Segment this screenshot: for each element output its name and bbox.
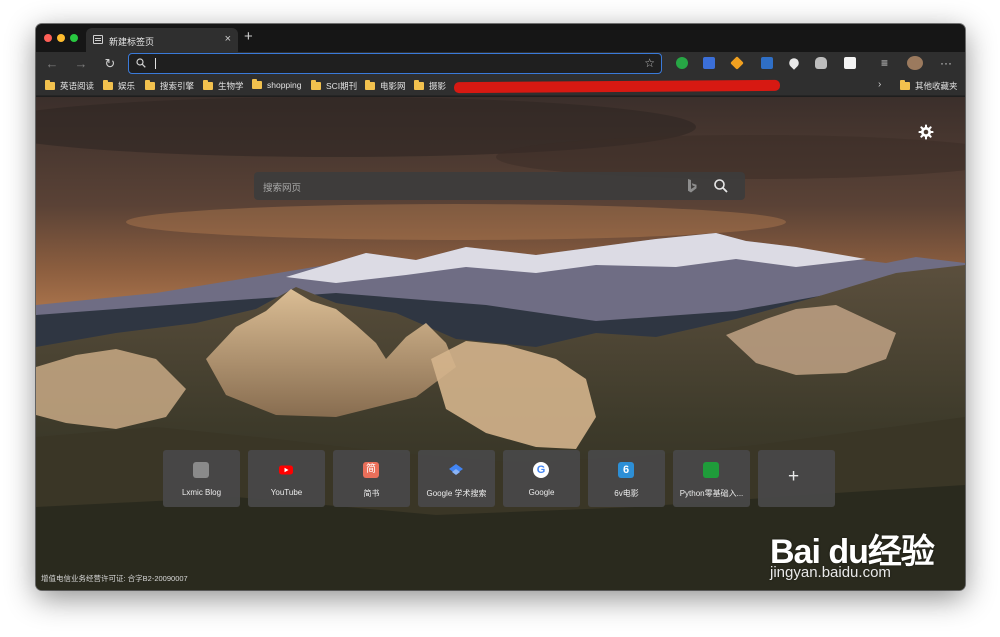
settings-gear-icon[interactable]	[918, 124, 934, 140]
tab-close-icon[interactable]: ×	[225, 33, 231, 45]
folder-icon	[103, 80, 113, 90]
folder-icon	[203, 80, 213, 90]
bookmark-folder[interactable]: 英语阅读	[45, 80, 94, 92]
back-button[interactable]: ←	[42, 54, 62, 74]
background-landscape-image	[36, 97, 965, 590]
watermark-url: jingyan.baidu.com	[770, 564, 891, 581]
bookmark-folder[interactable]: SCI期刊	[311, 80, 357, 92]
search-icon[interactable]	[713, 178, 729, 194]
bookmark-folder[interactable]: 生物学	[203, 80, 244, 92]
favorite-star-icon[interactable]: ☆	[644, 56, 655, 70]
quick-link-tile[interactable]: Lxmic Blog	[163, 450, 240, 507]
vpn-extension-icon[interactable]	[787, 56, 801, 70]
more-menu-icon[interactable]: ···	[940, 55, 952, 71]
translate-extension-icon[interactable]	[703, 57, 715, 69]
folder-icon	[145, 80, 155, 90]
quick-link-tile[interactable]: 简 简书	[333, 450, 410, 507]
bookmark-extension-icon[interactable]	[730, 56, 744, 70]
reload-button[interactable]: ↻	[100, 54, 120, 74]
license-footer: 增值电信业务经营许可证: 合字B2-20090007	[41, 574, 188, 583]
jianshu-icon: 简	[363, 462, 379, 478]
toolbar: ← → ↻ ☆ ≡ ···	[36, 52, 965, 76]
folder-icon	[900, 80, 910, 90]
new-tab-page-icon	[93, 35, 103, 44]
tab-title: 新建标签页	[109, 37, 155, 47]
bookmark-folder[interactable]: 娱乐	[103, 80, 135, 92]
python-icon	[703, 462, 719, 478]
new-tab-page: 搜索网页 Lxmic Blog YouTube 简 简书 Google 学术搜索…	[36, 97, 965, 590]
quick-link-tile[interactable]: Python零基础入...	[673, 450, 750, 507]
folder-icon	[45, 80, 55, 90]
add-quick-link-button[interactable]: +	[758, 450, 835, 507]
w-extension-icon[interactable]	[844, 57, 856, 69]
bookmark-folder[interactable]: 摄影	[414, 80, 446, 92]
address-caret	[155, 58, 156, 69]
google-icon: G	[533, 462, 549, 478]
extension-badge-icon[interactable]	[761, 57, 773, 69]
zoom-window-button[interactable]	[70, 34, 78, 42]
tab-bar: 新建标签页 × +	[36, 24, 965, 52]
bookmark-folder[interactable]: 搜索引擎	[145, 80, 194, 92]
quick-link-tile[interactable]: 6 6v电影	[588, 450, 665, 507]
minimize-window-button[interactable]	[57, 34, 65, 42]
quick-link-tile[interactable]: Google 学术搜索	[418, 450, 495, 507]
google-scholar-icon	[448, 462, 464, 478]
quick-link-tile[interactable]: YouTube	[248, 450, 325, 507]
evernote-extension-icon[interactable]	[676, 57, 688, 69]
folder-icon	[414, 80, 424, 90]
address-bar[interactable]: ☆	[128, 53, 662, 74]
bing-logo-icon	[688, 179, 697, 193]
close-window-button[interactable]	[44, 34, 52, 42]
bookmark-folder[interactable]: 电影网	[365, 80, 406, 92]
redaction-mark	[454, 79, 780, 94]
plus-icon: +	[788, 466, 800, 487]
search-icon	[136, 58, 146, 68]
web-search-box[interactable]: 搜索网页	[254, 172, 745, 200]
favorites-list-icon[interactable]: ≡	[881, 55, 888, 71]
search-placeholder: 搜索网页	[263, 183, 302, 194]
folder-icon	[252, 79, 262, 89]
bookmarks-overflow-chevron-icon[interactable]: ›	[878, 79, 881, 90]
lxmic-icon	[193, 462, 209, 478]
ghost-extension-icon[interactable]	[815, 57, 827, 69]
6v-icon: 6	[618, 462, 634, 478]
profile-avatar[interactable]	[907, 56, 923, 70]
window-controls	[44, 34, 78, 42]
new-tab-button[interactable]: +	[244, 29, 253, 44]
youtube-icon	[278, 462, 294, 478]
bookmark-folder[interactable]: shopping	[252, 79, 302, 90]
browser-window: 新建标签页 × + ← → ↻ ☆ ≡ ··· 英语阅读 娱乐 搜索引擎 生物学…	[36, 24, 965, 590]
folder-icon	[365, 80, 375, 90]
forward-button[interactable]: →	[71, 54, 91, 74]
tab-new-tab[interactable]: 新建标签页 ×	[86, 28, 238, 52]
folder-icon	[311, 80, 321, 90]
other-favorites-folder[interactable]: 其他收藏夹	[900, 80, 958, 92]
bookmarks-bar: 英语阅读 娱乐 搜索引擎 生物学 shopping SCI期刊 电影网 摄影 ›…	[36, 76, 965, 96]
quick-link-tile[interactable]: G Google	[503, 450, 580, 507]
